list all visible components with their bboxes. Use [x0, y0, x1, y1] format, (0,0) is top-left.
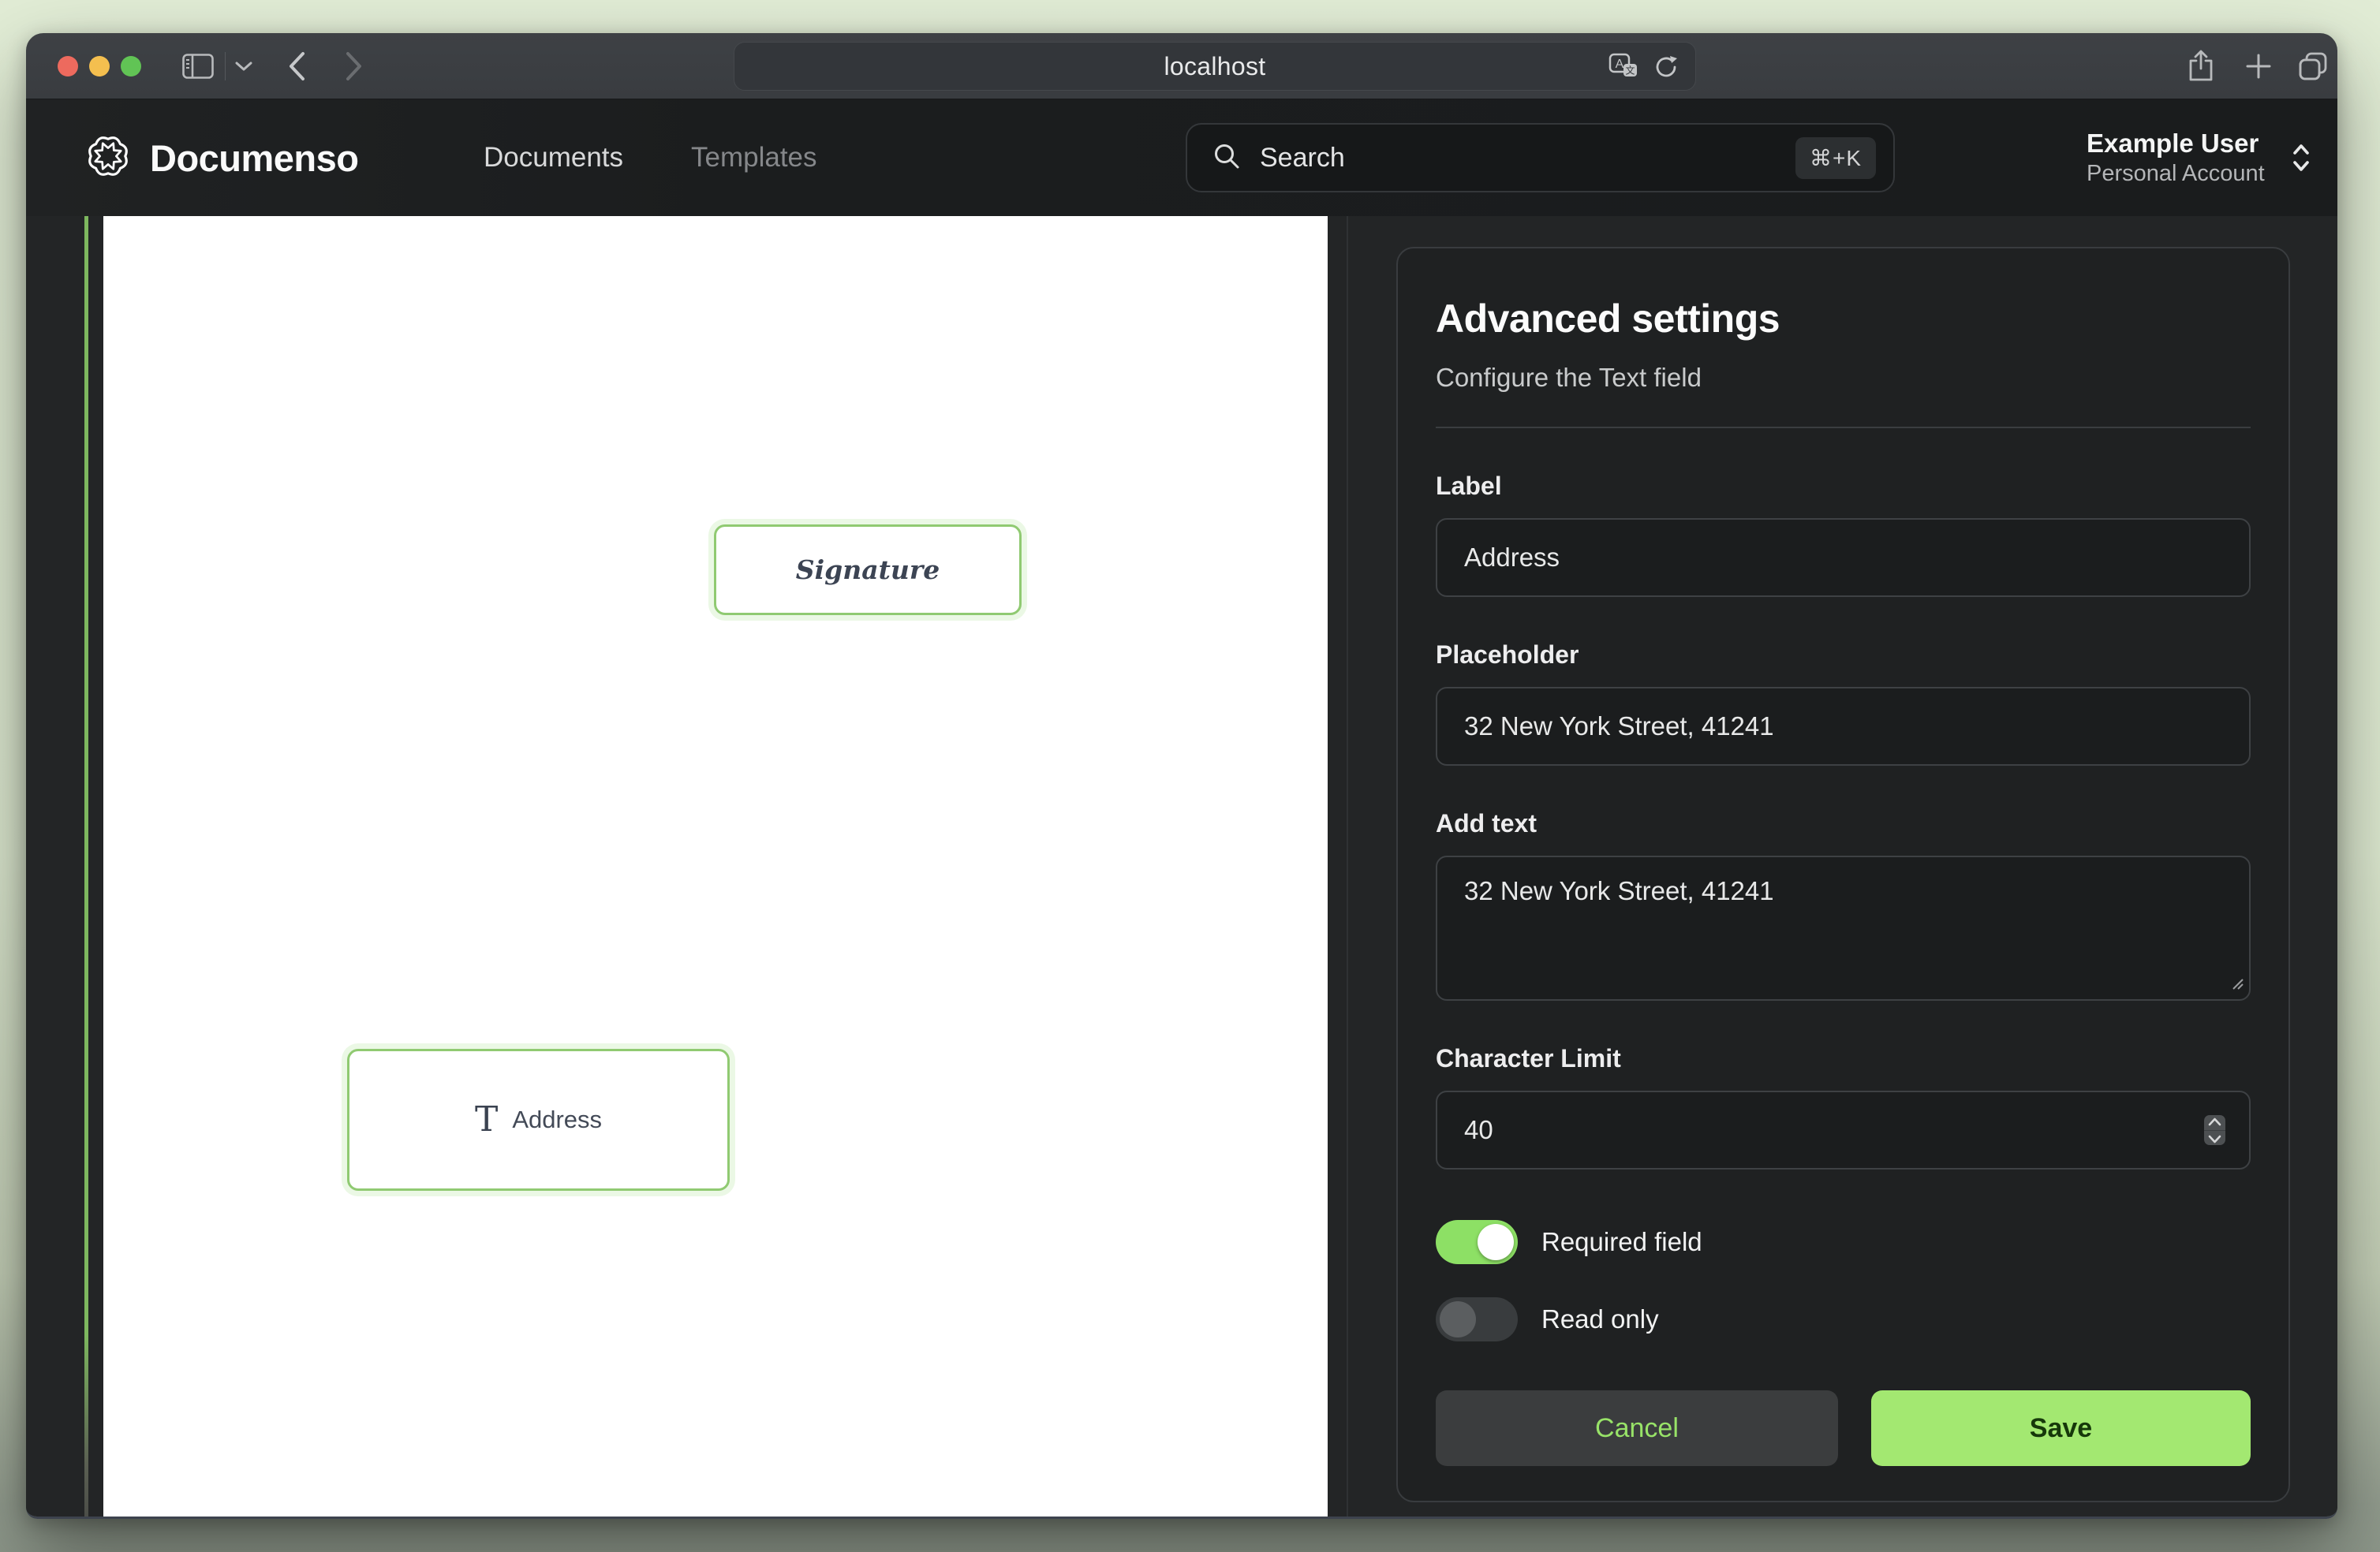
url-bar[interactable]: localhost A 文 — [734, 42, 1696, 91]
main-content: Signature T Address Advanced settings Co… — [26, 216, 2337, 1517]
read-only-toggle[interactable] — [1436, 1297, 1518, 1341]
label-input[interactable] — [1436, 518, 2251, 597]
share-icon[interactable] — [2184, 33, 2218, 99]
add-text-field-label: Add text — [1436, 808, 2251, 838]
required-field-toggle[interactable] — [1436, 1220, 1518, 1264]
sidebar-toggle-icon[interactable] — [181, 33, 215, 99]
label-field-label: Label — [1436, 471, 2251, 501]
chrome-separator — [225, 52, 226, 80]
browser-window: localhost A 文 — [26, 33, 2337, 1519]
save-button[interactable]: Save — [1871, 1390, 2251, 1466]
new-tab-icon[interactable] — [2241, 33, 2276, 99]
toggle-knob — [1440, 1301, 1476, 1337]
app-navbar: Documenso Documents Templates Search ⌘+K… — [26, 99, 2337, 216]
close-window-button[interactable] — [58, 56, 78, 76]
panel-title: Advanced settings — [1436, 296, 2251, 341]
svg-text:A: A — [1616, 58, 1624, 71]
signature-field[interactable]: Signature — [714, 524, 1022, 615]
nav-item-templates[interactable]: Templates — [691, 99, 817, 216]
panel-divider — [1436, 427, 2251, 428]
required-field-label: Required field — [1541, 1227, 1702, 1257]
document-page: Signature T Address — [103, 216, 1328, 1517]
add-text-textarea[interactable]: 32 New York Street, 41241 — [1436, 856, 2251, 1001]
document-accent-rail — [84, 216, 88, 1517]
advanced-settings-panel: Advanced settings Configure the Text fie… — [1396, 247, 2290, 1502]
character-limit-input[interactable] — [1436, 1091, 2251, 1170]
read-only-label: Read only — [1541, 1304, 1659, 1334]
stepper-up-icon — [2208, 1117, 2221, 1126]
desktop-background: localhost A 文 — [0, 0, 2380, 1552]
user-name: Example User — [2087, 128, 2265, 159]
back-icon[interactable] — [280, 33, 313, 99]
placeholder-field-label: Placeholder — [1436, 640, 2251, 670]
browser-chrome: localhost A 文 — [26, 33, 2337, 99]
svg-text:文: 文 — [1625, 65, 1635, 76]
cancel-button[interactable]: Cancel — [1436, 1390, 1838, 1466]
nav-item-documents[interactable]: Documents — [484, 99, 623, 216]
search-icon — [1212, 142, 1241, 174]
chevron-up-down-icon[interactable] — [2287, 140, 2315, 179]
character-limit-field-label: Character Limit — [1436, 1043, 2251, 1073]
signature-field-label: Signature — [796, 554, 940, 585]
text-field-label: Address — [512, 1106, 602, 1134]
stepper-down-icon — [2208, 1135, 2221, 1143]
reload-icon[interactable] — [1653, 43, 1679, 91]
placeholder-input[interactable] — [1436, 687, 2251, 766]
text-field-address[interactable]: T Address — [347, 1049, 730, 1191]
minimize-window-button[interactable] — [89, 56, 110, 76]
content-divider — [1347, 216, 1348, 1517]
brand-name: Documenso — [150, 136, 359, 180]
number-stepper[interactable] — [2204, 1115, 2225, 1145]
search-input[interactable]: Search ⌘+K — [1186, 123, 1895, 192]
tab-overview-icon[interactable] — [2295, 33, 2331, 99]
text-field-type-icon: T — [475, 1102, 498, 1137]
textarea-resize-handle[interactable] — [2230, 976, 2244, 994]
brand[interactable]: Documenso — [85, 99, 359, 216]
user-menu[interactable]: Example User Personal Account — [2087, 123, 2265, 192]
zoom-window-button[interactable] — [121, 56, 141, 76]
search-placeholder: Search — [1260, 143, 1795, 173]
toggle-knob — [1478, 1224, 1514, 1260]
forward-icon[interactable] — [338, 33, 371, 99]
search-shortcut-badge: ⌘+K — [1795, 137, 1876, 179]
user-account-type: Personal Account — [2087, 159, 2265, 188]
translate-icon[interactable]: A 文 — [1608, 43, 1640, 91]
url-text: localhost — [1164, 52, 1266, 81]
panel-subtitle: Configure the Text field — [1436, 362, 2251, 394]
documenso-logo-icon — [85, 133, 131, 183]
chevron-down-icon[interactable] — [230, 33, 258, 99]
